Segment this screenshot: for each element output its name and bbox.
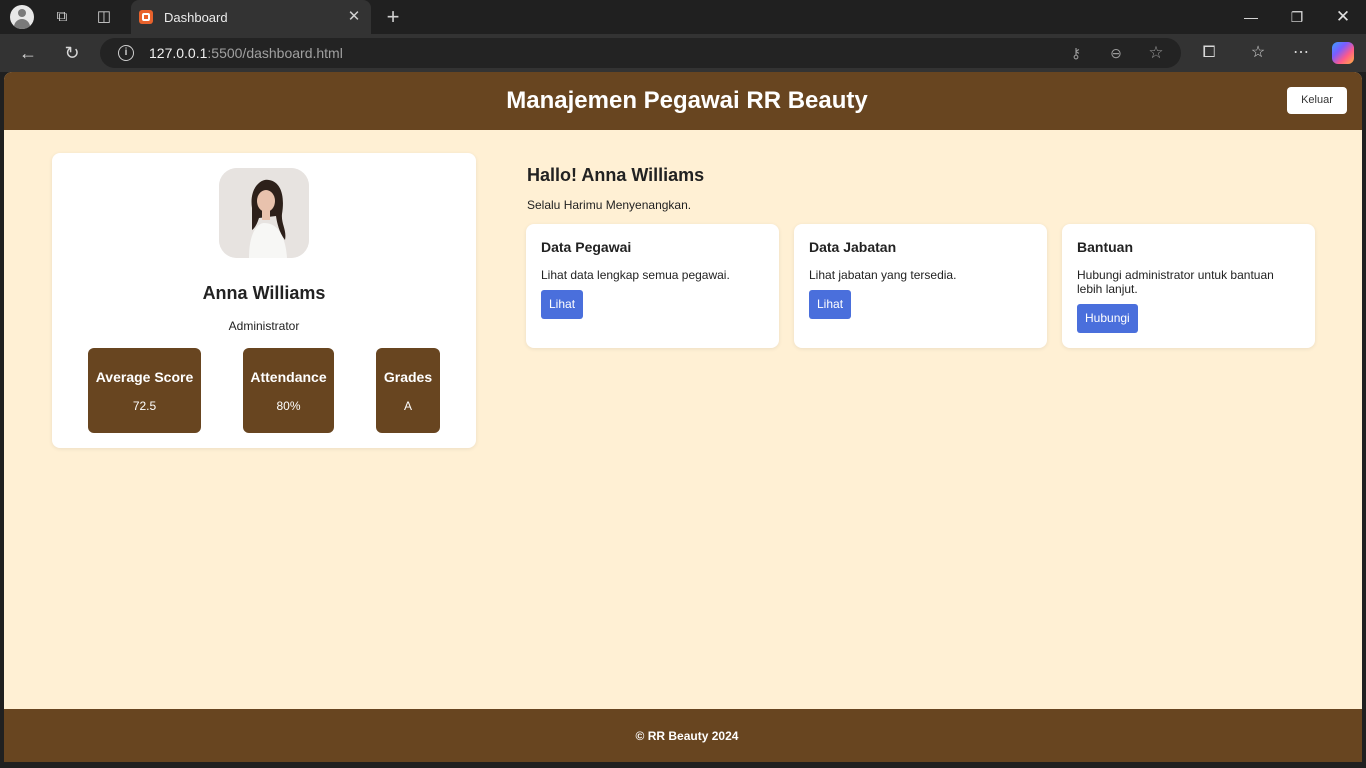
card-description: Lihat data lengkap semua pegawai. — [541, 268, 730, 282]
browser-tab-strip: ⧉ ◫ Dashboard ✕ + — ❐ ✕ — [0, 0, 1366, 34]
logout-button[interactable]: Keluar — [1287, 87, 1347, 114]
profile-role: Administrator — [228, 319, 300, 333]
profile-avatar-icon[interactable] — [10, 5, 34, 29]
zoom-out-icon[interactable]: ⊖ — [1106, 44, 1126, 62]
card-title: Bantuan — [1077, 239, 1133, 255]
card-title: Data Jabatan — [809, 239, 897, 255]
card-data-jabatan: Data Jabatan Lihat jabatan yang tersedia… — [794, 224, 1047, 348]
stat-average-score: Average Score 72.5 — [88, 348, 201, 433]
url-text[interactable]: 127.0.0.1:5500/dashboard.html — [149, 45, 343, 61]
copilot-icon[interactable] — [1332, 42, 1354, 64]
more-menu-icon[interactable]: ⋯ — [1290, 43, 1312, 63]
new-tab-icon[interactable]: + — [382, 6, 404, 28]
profile-name: Anna Williams — [202, 283, 326, 303]
view-employees-button[interactable]: Lihat — [541, 290, 584, 319]
profile-card: Anna Williams Administrator Average Scor… — [52, 153, 476, 448]
card-bantuan: Bantuan Hubungi administrator untuk bant… — [1062, 224, 1315, 348]
card-description: Lihat jabatan yang tersedia. — [809, 268, 957, 282]
card-description: Hubungi administrator untuk bantuan lebi… — [1077, 268, 1274, 296]
copyright-text: © RR Beauty 2024 — [635, 729, 739, 743]
view-positions-button[interactable]: Lihat — [809, 290, 852, 319]
site-header: Manajemen Pegawai RR Beauty Keluar — [4, 72, 1362, 130]
back-icon[interactable]: ← — [16, 42, 40, 64]
workspaces-icon[interactable]: ⧉ — [51, 7, 73, 27]
page-title: Manajemen Pegawai RR Beauty — [506, 87, 868, 114]
xampp-favicon-icon — [139, 10, 153, 24]
favorite-star-icon[interactable]: ☆ — [1146, 44, 1166, 62]
card-data-pegawai: Data Pegawai Lihat data lengkap semua pe… — [526, 224, 779, 348]
page-viewport: Manajemen Pegawai RR Beauty Keluar Anna … — [4, 72, 1362, 762]
extensions-icon[interactable]: ⧠ — [1198, 43, 1220, 63]
favorites-icon[interactable]: ☆ — [1247, 43, 1269, 63]
stat-label: Attendance — [250, 369, 327, 385]
stat-value: A — [403, 399, 412, 413]
key-icon[interactable]: ⚷ — [1066, 44, 1086, 62]
contact-admin-button[interactable]: Hubungi — [1077, 304, 1138, 333]
close-window-icon[interactable]: ✕ — [1331, 7, 1355, 27]
site-footer: © RR Beauty 2024 — [4, 709, 1362, 762]
vertical-tabs-icon[interactable]: ◫ — [93, 7, 115, 27]
close-tab-icon[interactable]: ✕ — [345, 7, 363, 27]
restore-icon[interactable]: ❐ — [1285, 7, 1309, 27]
minimize-icon[interactable]: — — [1239, 7, 1263, 27]
stat-label: Average Score — [95, 369, 194, 385]
address-bar[interactable]: i 127.0.0.1:5500/dashboard.html ⚷ ⊖ ☆ — [100, 38, 1181, 68]
reload-icon[interactable]: ↻ — [60, 42, 84, 64]
stat-label: Grades — [383, 369, 433, 385]
browser-tab-dashboard[interactable]: Dashboard ✕ — [131, 0, 371, 34]
stat-value: 72.5 — [132, 399, 157, 413]
tab-title: Dashboard — [164, 10, 228, 25]
site-info-icon[interactable]: i — [118, 45, 134, 61]
stat-attendance: Attendance 80% — [243, 348, 334, 433]
card-title: Data Pegawai — [541, 239, 632, 255]
greeting-heading: Hallo! Anna Williams — [527, 165, 705, 185]
stat-grades: Grades A — [376, 348, 440, 433]
profile-photo — [219, 168, 309, 258]
browser-toolbar: ← ↻ i 127.0.0.1:5500/dashboard.html ⚷ ⊖ … — [0, 34, 1366, 72]
stat-value: 80% — [276, 399, 301, 413]
greeting-subtitle: Selalu Harimu Menyenangkan. — [527, 198, 692, 212]
